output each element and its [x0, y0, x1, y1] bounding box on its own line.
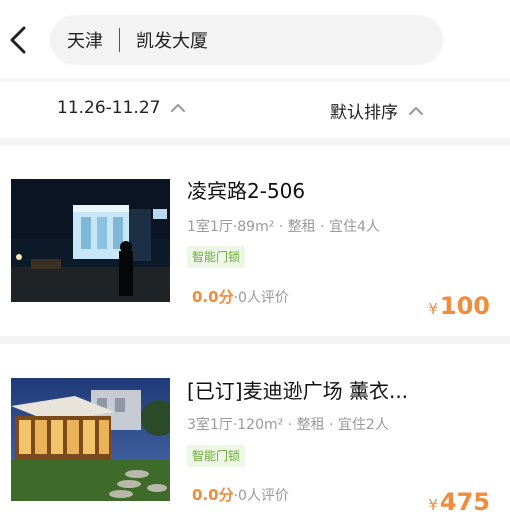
sort-filter[interactable]: 默认排序	[330, 98, 424, 123]
listing-meta: 1室1厅·89m² · 整租 · 宜住4人	[187, 219, 380, 235]
review-count: ·0人评价	[233, 488, 289, 504]
chevron-left-icon	[10, 26, 26, 54]
card-divider	[0, 336, 510, 344]
rating-score: 0.0分	[192, 288, 234, 306]
search-bar[interactable]: 天津 凯发大厦	[50, 15, 443, 65]
listing-rating: 0.0分·0人评价	[192, 484, 289, 505]
listing-thumbnail	[11, 378, 170, 501]
review-count: ·0人评价	[233, 290, 289, 306]
search-separator	[119, 28, 120, 52]
smart-lock-badge: 智能门锁	[187, 246, 246, 268]
listing-card[interactable]: [已订]麦迪逊广场 薰衣... 3室1厅·120m² · 整租 · 宜住2人 智…	[0, 344, 510, 532]
top-bar: 天津 凯发大厦	[0, 0, 510, 78]
listing-rating: 0.0分·0人评价	[192, 286, 289, 307]
listing-title: 凌宾路2-506	[187, 179, 306, 203]
price-amount: 100	[439, 292, 490, 320]
chevron-up-icon	[171, 104, 186, 112]
smart-lock-badge: 智能门锁	[187, 445, 246, 467]
listing-meta: 3室1厅·120m² · 整租 · 宜住2人	[187, 417, 389, 433]
filter-divider	[0, 138, 510, 146]
filter-bar: 11.26-11.27 默认排序	[0, 82, 510, 138]
rating-score: 0.0分	[192, 486, 234, 504]
city-selector[interactable]: 天津	[67, 27, 103, 53]
listing-thumbnail	[11, 179, 170, 302]
listing-price: ¥475	[428, 488, 490, 516]
sort-label: 默认排序	[330, 103, 398, 123]
listing-price: ¥100	[428, 292, 490, 320]
date-range-label: 11.26-11.27	[57, 98, 161, 118]
listing-card[interactable]: 凌宾路2-506 1室1厅·89m² · 整租 · 宜住4人 智能门锁 0.0分…	[0, 146, 510, 336]
search-keyword[interactable]: 凯发大厦	[136, 27, 208, 53]
listing-title: [已订]麦迪逊广场 薰衣...	[187, 379, 409, 403]
chevron-up-icon	[409, 106, 423, 115]
price-amount: 475	[439, 488, 490, 516]
back-button[interactable]	[4, 22, 34, 58]
currency-symbol: ¥	[428, 496, 438, 514]
date-filter[interactable]: 11.26-11.27	[57, 98, 186, 118]
currency-symbol: ¥	[428, 300, 438, 318]
